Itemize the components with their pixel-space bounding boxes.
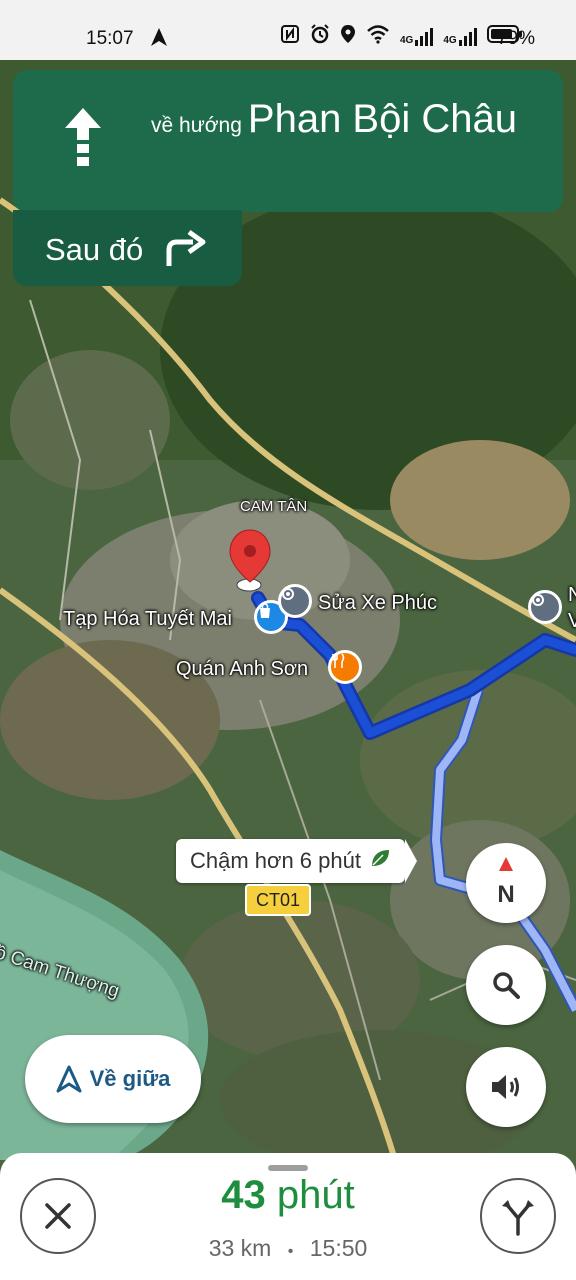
status-icons: 4G 4G: [280, 24, 523, 50]
restaurant-icon[interactable]: [328, 650, 362, 684]
search-button[interactable]: [466, 945, 546, 1025]
network-type-2: 4G: [443, 35, 457, 46]
alternate-route-text: Chậm hơn 6 phút: [190, 848, 361, 873]
poi-marker-icon[interactable]: [278, 584, 312, 618]
sound-button[interactable]: [466, 1047, 546, 1127]
trip-distance: 33 km: [208, 1235, 272, 1261]
network-type-1: 4G: [400, 35, 414, 46]
nfc-icon: [280, 24, 300, 50]
then-label: Sau đó: [45, 232, 144, 267]
location-icon: [340, 24, 356, 50]
compass-button[interactable]: N: [466, 843, 546, 923]
trip-summary-sheet[interactable]: 43 phút 33 km • 15:50: [0, 1153, 576, 1280]
recenter-label: Về giữa: [89, 1066, 171, 1091]
alternate-route-callout[interactable]: Chậm hơn 6 phút: [176, 839, 417, 883]
route-shield: CT01: [245, 884, 311, 916]
battery-percent: 79%: [497, 28, 536, 49]
street-name-text: Phan Bội Châu: [247, 97, 517, 141]
navigation-arrow-icon: [56, 1065, 82, 1093]
then-banner[interactable]: Sau đó: [13, 210, 242, 286]
compass-north-label: N: [497, 881, 515, 908]
signal-icon-2: 4G: [443, 28, 477, 46]
drag-handle[interactable]: [268, 1165, 308, 1171]
status-time: 15:07: [86, 28, 134, 49]
turn-right-icon: [163, 228, 207, 273]
poi-label-sua-xe[interactable]: Sửa Xe Phúc: [318, 592, 437, 615]
poi-label-partial-2[interactable]: V: [568, 610, 576, 633]
street-name: về hướng Phan Bội Châu: [151, 94, 531, 151]
poi-marker-icon-2[interactable]: [528, 590, 562, 624]
eta-unit: phút: [276, 1173, 355, 1217]
direction-banner[interactable]: về hướng Phan Bội Châu: [13, 70, 563, 212]
navigation-arrow-icon: [150, 27, 168, 53]
straight-arrow-icon: [61, 106, 105, 177]
poi-label-tap-hoa[interactable]: Tạp Hóa Tuyết Mai: [63, 608, 232, 631]
separator: •: [287, 1243, 294, 1260]
wifi-icon: [366, 24, 390, 50]
poi-label-quan-anh-son[interactable]: Quán Anh Sơn: [176, 658, 308, 681]
area-label: CAM TÂN: [240, 498, 308, 515]
poi-label-partial[interactable]: N: [568, 584, 576, 607]
alarm-icon: [310, 24, 330, 50]
volume-icon: [492, 1075, 519, 1099]
route-fork-icon: [502, 1200, 534, 1236]
recenter-button[interactable]: Về giữa: [25, 1035, 201, 1123]
signal-icon: 4G: [400, 28, 434, 46]
eco-leaf-icon: [369, 847, 391, 875]
search-icon: [493, 972, 520, 999]
alternate-routes-button[interactable]: [480, 1178, 556, 1254]
arrival-time: 15:50: [309, 1235, 368, 1261]
status-bar: 15:07 4G 4G 79%: [0, 0, 576, 60]
eta-minutes: 43: [221, 1173, 266, 1217]
toward-prefix: về hướng: [151, 114, 242, 137]
